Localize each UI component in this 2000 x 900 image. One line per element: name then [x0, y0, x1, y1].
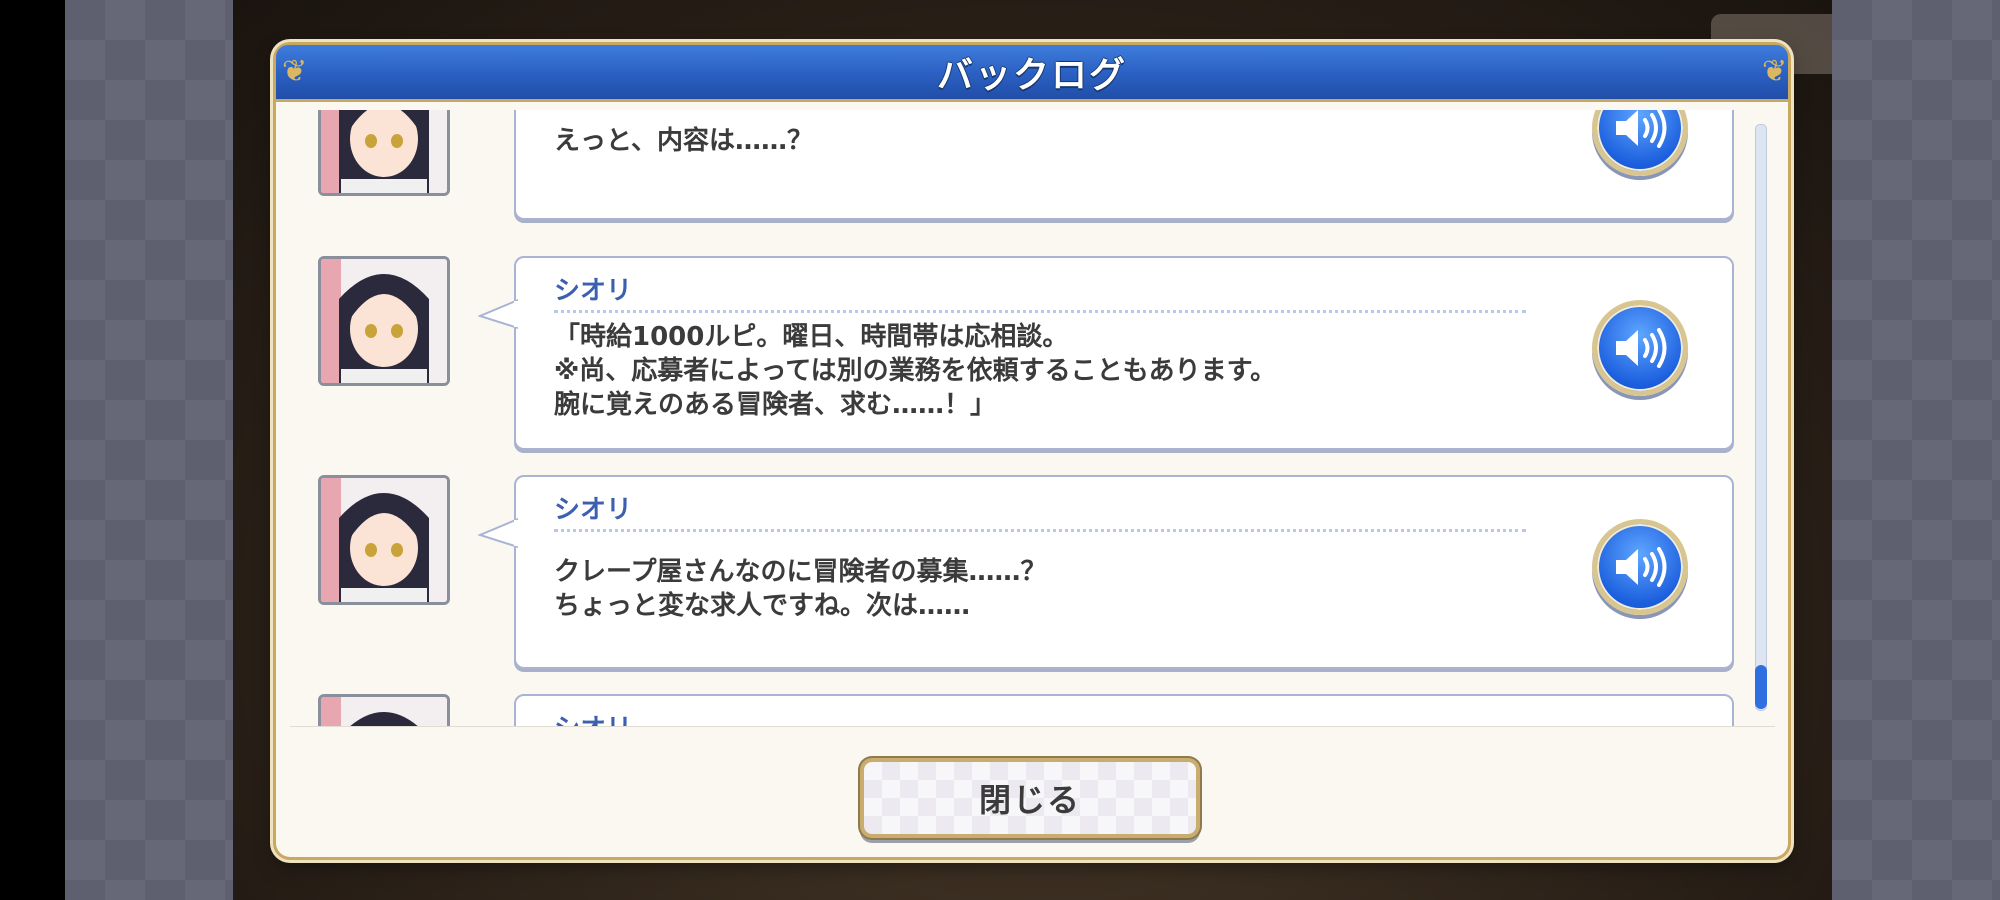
backlog-entry: えっと、内容は……？: [290, 110, 1740, 240]
voice-replay-button[interactable]: [1592, 300, 1688, 396]
character-portrait-icon: [321, 697, 447, 726]
backlog-scrollbar[interactable]: [1755, 124, 1767, 711]
dialog-title: バックログ: [936, 55, 1127, 96]
dialogue-bubble: シオリ: [514, 694, 1734, 726]
character-avatar: [318, 694, 450, 726]
character-portrait-icon: [321, 110, 447, 193]
header-ornament-left-icon: ❦: [282, 54, 308, 89]
dialogue-bubble: えっと、内容は……？: [514, 110, 1734, 220]
bubble-tail: [478, 298, 518, 330]
speaker-name: シオリ: [554, 276, 633, 306]
scrollbar-thumb[interactable]: [1755, 665, 1767, 709]
backlog-entry: シオリ: [290, 694, 1740, 726]
background-pattern-left: [65, 0, 233, 900]
header-ornament-right-icon: ❦: [1762, 54, 1788, 89]
speaker-volume-icon: [1616, 110, 1667, 148]
voice-replay-button[interactable]: [1592, 519, 1688, 615]
character-avatar: [318, 110, 450, 196]
voice-replay-button[interactable]: [1592, 110, 1688, 176]
dialogue-text: クレープ屋さんなのに冒険者の募集……？ ちょっと変な求人ですね。次は……: [554, 557, 1047, 621]
dialogue-text: えっと、内容は……？: [554, 126, 813, 156]
backlog-entry: シオリ 「時給1000ルピ。曜日、時間帯は応相談。 ※尚、応募者によっては別の業…: [290, 256, 1740, 456]
backlog-entry: シオリ クレープ屋さんなのに冒険者の募集……？ ちょっと変な求人ですね。次は……: [290, 475, 1740, 675]
character-portrait-icon: [321, 478, 447, 602]
speaker-volume-icon: [1616, 328, 1667, 368]
name-divider: [554, 310, 1526, 313]
character-portrait-icon: [321, 259, 447, 383]
dialog-header: バックログ: [276, 45, 1788, 102]
character-avatar: [318, 475, 450, 605]
bubble-tail: [478, 517, 518, 549]
background-pattern-right: [1832, 0, 2000, 900]
dialogue-bubble: シオリ 「時給1000ルピ。曜日、時間帯は応相談。 ※尚、応募者によっては別の業…: [478, 256, 1734, 450]
letterbox-left: [0, 0, 65, 900]
speaker-name: シオリ: [554, 708, 632, 726]
speaker-name: シオリ: [554, 495, 633, 525]
character-avatar: [318, 256, 450, 386]
speaker-volume-icon: [1616, 547, 1667, 587]
dialogue-bubble: シオリ クレープ屋さんなのに冒険者の募集……？ ちょっと変な求人ですね。次は……: [478, 475, 1734, 669]
close-button[interactable]: 閉じる: [860, 758, 1200, 838]
dialogue-text: 「時給1000ルピ。曜日、時間帯は応相談。 ※尚、応募者によっては別の業務を依頼…: [554, 322, 1277, 420]
close-button-label: 閉じる: [978, 781, 1081, 819]
backlog-list[interactable]: えっと、内容は……？ シオリ 「時給1000ルピ。曜日、時間帯は応相談。 ※尚、…: [290, 110, 1775, 727]
name-divider: [554, 529, 1526, 532]
